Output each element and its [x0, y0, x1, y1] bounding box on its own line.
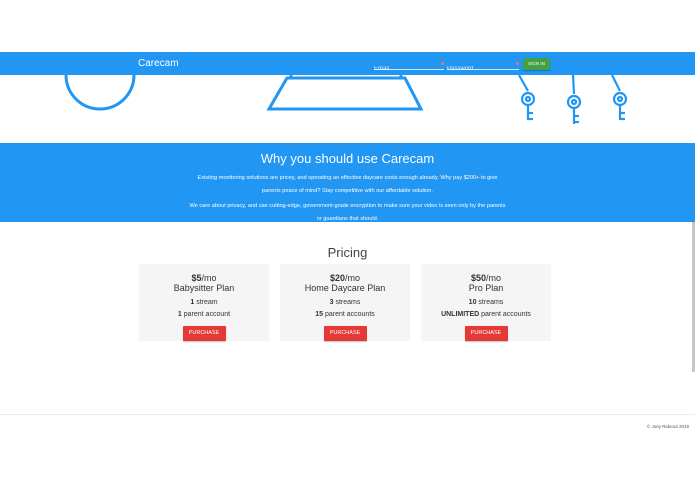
plan-accounts: 1 parent account: [139, 309, 269, 321]
plan-name: Home Daycare Plan: [304, 283, 386, 293]
plan-price-amount: $5: [191, 273, 202, 283]
why-paragraph-privacy-line: We care about privacy, and use cutting-e…: [189, 203, 506, 209]
why-paragraph-privacy-line: or guardians that should.: [316, 215, 379, 222]
plan-price: $20/mo: [280, 273, 410, 283]
plan-price: $5/mo: [139, 273, 269, 283]
plan-price-unit: /mo: [201, 273, 217, 283]
plan-name: Babysitter Plan: [173, 283, 235, 293]
plan-price: $50/mo: [421, 273, 551, 283]
plan-accounts-count: UNLIMITED: [441, 311, 480, 318]
plan-accounts-label: parent accounts: [323, 311, 375, 318]
plan-streams: 3 streams: [280, 297, 410, 309]
plan-accounts: 15 parent accounts: [280, 309, 410, 321]
plan-price-amount: $20: [329, 273, 345, 283]
copyright-text: © Joey Rideout 2019: [646, 424, 689, 429]
plan-accounts-label: parent account: [181, 311, 231, 318]
password-field[interactable]: [447, 63, 519, 75]
field-indicator-icon: [516, 62, 519, 65]
navbar: Carecam: [0, 52, 695, 75]
why-title: Why you should use Carecam: [260, 151, 435, 166]
plan-card-babysitter: $5/mo Babysitter Plan 1 stream 1 parent …: [139, 264, 269, 341]
purchase-button[interactable]: PURCHASE: [464, 326, 508, 341]
plan-price-unit: /mo: [345, 273, 361, 283]
plan-accounts: UNLIMITED parent accounts: [421, 309, 551, 321]
plan-streams: 10 streams: [421, 297, 551, 309]
brand-logo[interactable]: Carecam: [138, 58, 179, 69]
plan-card-pro: $50/mo Pro Plan 10 streams UNLIMITED par…: [421, 264, 551, 341]
keys-illustration: [518, 75, 628, 124]
purchase-button[interactable]: PURCHASE: [323, 326, 367, 341]
monitor-stand-illustration: [266, 75, 424, 111]
field-indicator-icon: [441, 62, 444, 65]
plan-accounts-count: 15: [315, 311, 324, 318]
plan-card-home-daycare: $20/mo Home Daycare Plan 3 streams 15 pa…: [280, 264, 410, 341]
email-field-wrapper: [374, 57, 444, 75]
plan-accounts-label: parent accounts: [479, 311, 531, 318]
password-field-wrapper: [447, 57, 519, 75]
why-paragraph-privacy: We care about privacy, and use cutting-e…: [183, 200, 513, 225]
footer-divider: [0, 414, 695, 415]
why-paragraph-cost: Existing monitoring solutions are pricey…: [183, 172, 513, 197]
plan-streams-label: streams: [476, 299, 504, 306]
sign-in-button[interactable]: SIGN IN: [523, 58, 550, 70]
plan-streams-label: streams: [333, 299, 361, 306]
camera-lens-illustration: [64, 75, 136, 111]
pricing-title: Pricing: [327, 245, 368, 260]
plan-name: Pro Plan: [468, 283, 504, 293]
plan-price-amount: $50: [470, 273, 486, 283]
purchase-button[interactable]: PURCHASE: [182, 326, 226, 341]
plan-price-unit: /mo: [486, 273, 502, 283]
hero-illustration: [64, 75, 628, 124]
plan-streams-label: stream: [194, 299, 218, 306]
why-paragraph-cost-line: parents peace of mind? Stay competitive …: [262, 187, 433, 194]
why-paragraph-cost-line: Existing monitoring solutions are pricey…: [197, 175, 498, 181]
email-field[interactable]: [374, 63, 444, 75]
why-section: Why you should use Carecam Existing moni…: [0, 143, 695, 222]
plan-streams: 1 stream: [139, 297, 269, 309]
